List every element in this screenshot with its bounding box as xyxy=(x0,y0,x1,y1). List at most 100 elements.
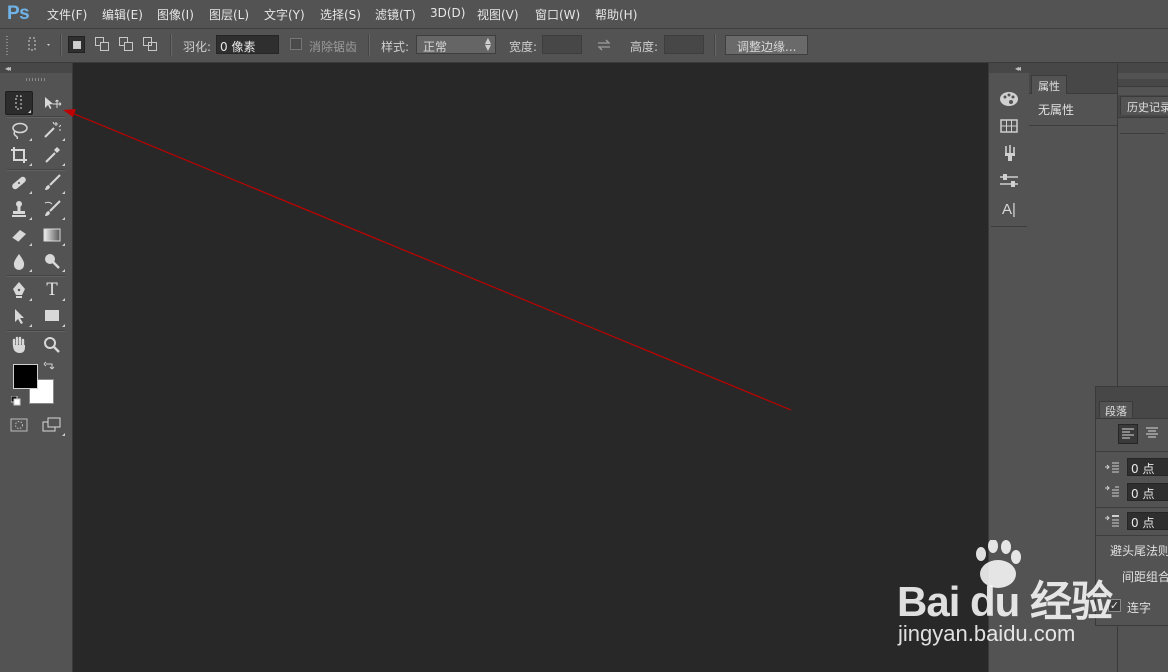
antialias-label: 消除锯齿 xyxy=(309,40,358,54)
indent-left-icon xyxy=(1104,461,1120,475)
menu-help[interactable]: 帮助(H) xyxy=(595,6,637,23)
blur-tool[interactable] xyxy=(5,249,33,273)
move-icon xyxy=(45,97,62,109)
magnifier-icon xyxy=(44,337,60,353)
pen-nib-icon xyxy=(13,282,25,298)
document-canvas[interactable] xyxy=(73,63,988,672)
tool-separator xyxy=(7,275,65,277)
swap-colors-icon[interactable] xyxy=(43,360,57,372)
height-input[interactable] xyxy=(664,35,704,54)
intersect-selection-button[interactable] xyxy=(142,36,159,53)
brush-presets-icon[interactable] xyxy=(998,142,1020,164)
style-select[interactable]: 正常 ▲ ▼ xyxy=(416,35,496,54)
style-select-value: 正常 xyxy=(423,40,448,54)
paragraph-divider xyxy=(1096,535,1168,536)
swap-width-height-icon[interactable] xyxy=(596,37,612,53)
properties-tab[interactable]: 属性 xyxy=(1031,75,1067,94)
history-brush-icon xyxy=(44,200,61,216)
menu-layer[interactable]: 图层(L) xyxy=(209,6,249,23)
menu-type[interactable]: 文字(Y) xyxy=(264,6,305,23)
tool-preset-picker[interactable] xyxy=(22,36,52,54)
color-palette-icon[interactable] xyxy=(998,88,1020,110)
move-tool[interactable] xyxy=(38,91,66,115)
feather-label: 羽化: xyxy=(183,40,212,54)
separator xyxy=(368,34,370,56)
character-panel-icon[interactable]: A| xyxy=(998,198,1020,220)
adjustments-sliders-icon[interactable] xyxy=(998,170,1020,192)
clone-stamp-tool[interactable] xyxy=(5,197,33,221)
screen-mode-button[interactable] xyxy=(38,413,66,437)
photoshop-logo: Ps xyxy=(7,3,30,24)
type-tool[interactable]: T xyxy=(38,278,66,302)
dodge-tool[interactable] xyxy=(38,249,66,273)
rectangle-tool[interactable] xyxy=(38,304,66,328)
paragraph-divider xyxy=(1096,451,1168,452)
quick-mask-button[interactable] xyxy=(5,413,33,437)
align-left-icon xyxy=(1122,428,1134,439)
tool-separator xyxy=(7,330,65,332)
marquee-icon xyxy=(15,95,22,110)
separator xyxy=(60,34,62,56)
antialias-checkbox[interactable] xyxy=(290,38,302,50)
properties-header xyxy=(1029,63,1117,73)
refine-edge-button[interactable]: 调整边缘... xyxy=(725,35,809,55)
subtract-from-selection-button[interactable] xyxy=(118,36,135,53)
eraser-tool[interactable] xyxy=(5,223,33,247)
menu-3d[interactable]: 3D(D) xyxy=(430,6,465,20)
align-center-button[interactable] xyxy=(1143,424,1163,444)
menu-select[interactable]: 选择(S) xyxy=(320,6,361,23)
screen-mode-icon xyxy=(42,417,61,432)
crop-tool[interactable] xyxy=(5,143,33,167)
rectangular-marquee-tool[interactable] xyxy=(5,91,33,115)
healing-bandage-icon xyxy=(12,176,26,190)
pen-tool[interactable] xyxy=(5,278,33,302)
space-before-input[interactable]: 0 点 xyxy=(1127,512,1168,530)
baidu-watermark: Bai du 经验 jingyan.baidu.com xyxy=(893,540,1168,672)
icon-strip-header: ◂◂ xyxy=(989,63,1029,73)
menu-file[interactable]: 文件(F) xyxy=(47,6,87,23)
add-to-selection-button[interactable] xyxy=(94,36,111,53)
paragraph-tab[interactable]: 段落 xyxy=(1099,401,1133,418)
history-tab[interactable]: 历史记录 xyxy=(1120,96,1168,115)
new-selection-button[interactable] xyxy=(68,36,85,53)
indent-first-line-input[interactable]: 0 点 xyxy=(1127,483,1168,501)
lasso-tool[interactable] xyxy=(5,118,33,142)
brush-tool[interactable] xyxy=(38,171,66,195)
style-label: 样式: xyxy=(381,40,410,54)
properties-divider xyxy=(1029,125,1117,126)
menu-image[interactable]: 图像(I) xyxy=(157,6,194,23)
hand-tool[interactable] xyxy=(5,333,33,357)
menu-filter[interactable]: 滤镜(T) xyxy=(375,6,416,23)
foreground-color-swatch[interactable] xyxy=(13,364,38,389)
menu-window[interactable]: 窗口(W) xyxy=(535,6,580,23)
swatches-grid-icon[interactable] xyxy=(998,115,1020,137)
baidu-url-text: jingyan.baidu.com xyxy=(898,621,1076,646)
align-center-icon xyxy=(1146,427,1158,438)
paragraph-header xyxy=(1096,387,1168,401)
options-grip[interactable] xyxy=(6,35,8,55)
magic-wand-icon xyxy=(44,121,61,138)
default-colors-icon[interactable] xyxy=(10,395,21,406)
path-selection-tool[interactable] xyxy=(5,304,33,328)
collapse-panel-icon[interactable]: ◂◂ xyxy=(1015,64,1021,73)
history-brush-tool[interactable] xyxy=(38,197,66,221)
spot-healing-brush-tool[interactable] xyxy=(5,171,33,195)
brush-icon xyxy=(45,174,61,190)
select-arrows-icon: ▲ ▼ xyxy=(484,36,491,52)
align-left-button[interactable] xyxy=(1118,424,1138,444)
collapse-panel-icon[interactable]: ◂◂ xyxy=(5,64,11,73)
gradient-tool[interactable] xyxy=(38,223,66,247)
zoom-tool[interactable] xyxy=(38,333,66,357)
indent-left-input[interactable]: 0 点 xyxy=(1127,458,1168,476)
tools-grip[interactable] xyxy=(26,78,46,81)
marquee-preset-icon xyxy=(28,37,50,51)
eraser-icon xyxy=(11,230,26,243)
eyedropper-tool[interactable] xyxy=(38,143,66,167)
menu-view[interactable]: 视图(V) xyxy=(477,6,519,23)
width-input[interactable] xyxy=(542,35,582,54)
menu-edit[interactable]: 编辑(E) xyxy=(102,6,143,23)
separator xyxy=(714,34,716,56)
magic-wand-tool[interactable] xyxy=(38,118,66,142)
separator xyxy=(170,34,172,56)
feather-input[interactable]: 0 像素 xyxy=(216,35,279,54)
